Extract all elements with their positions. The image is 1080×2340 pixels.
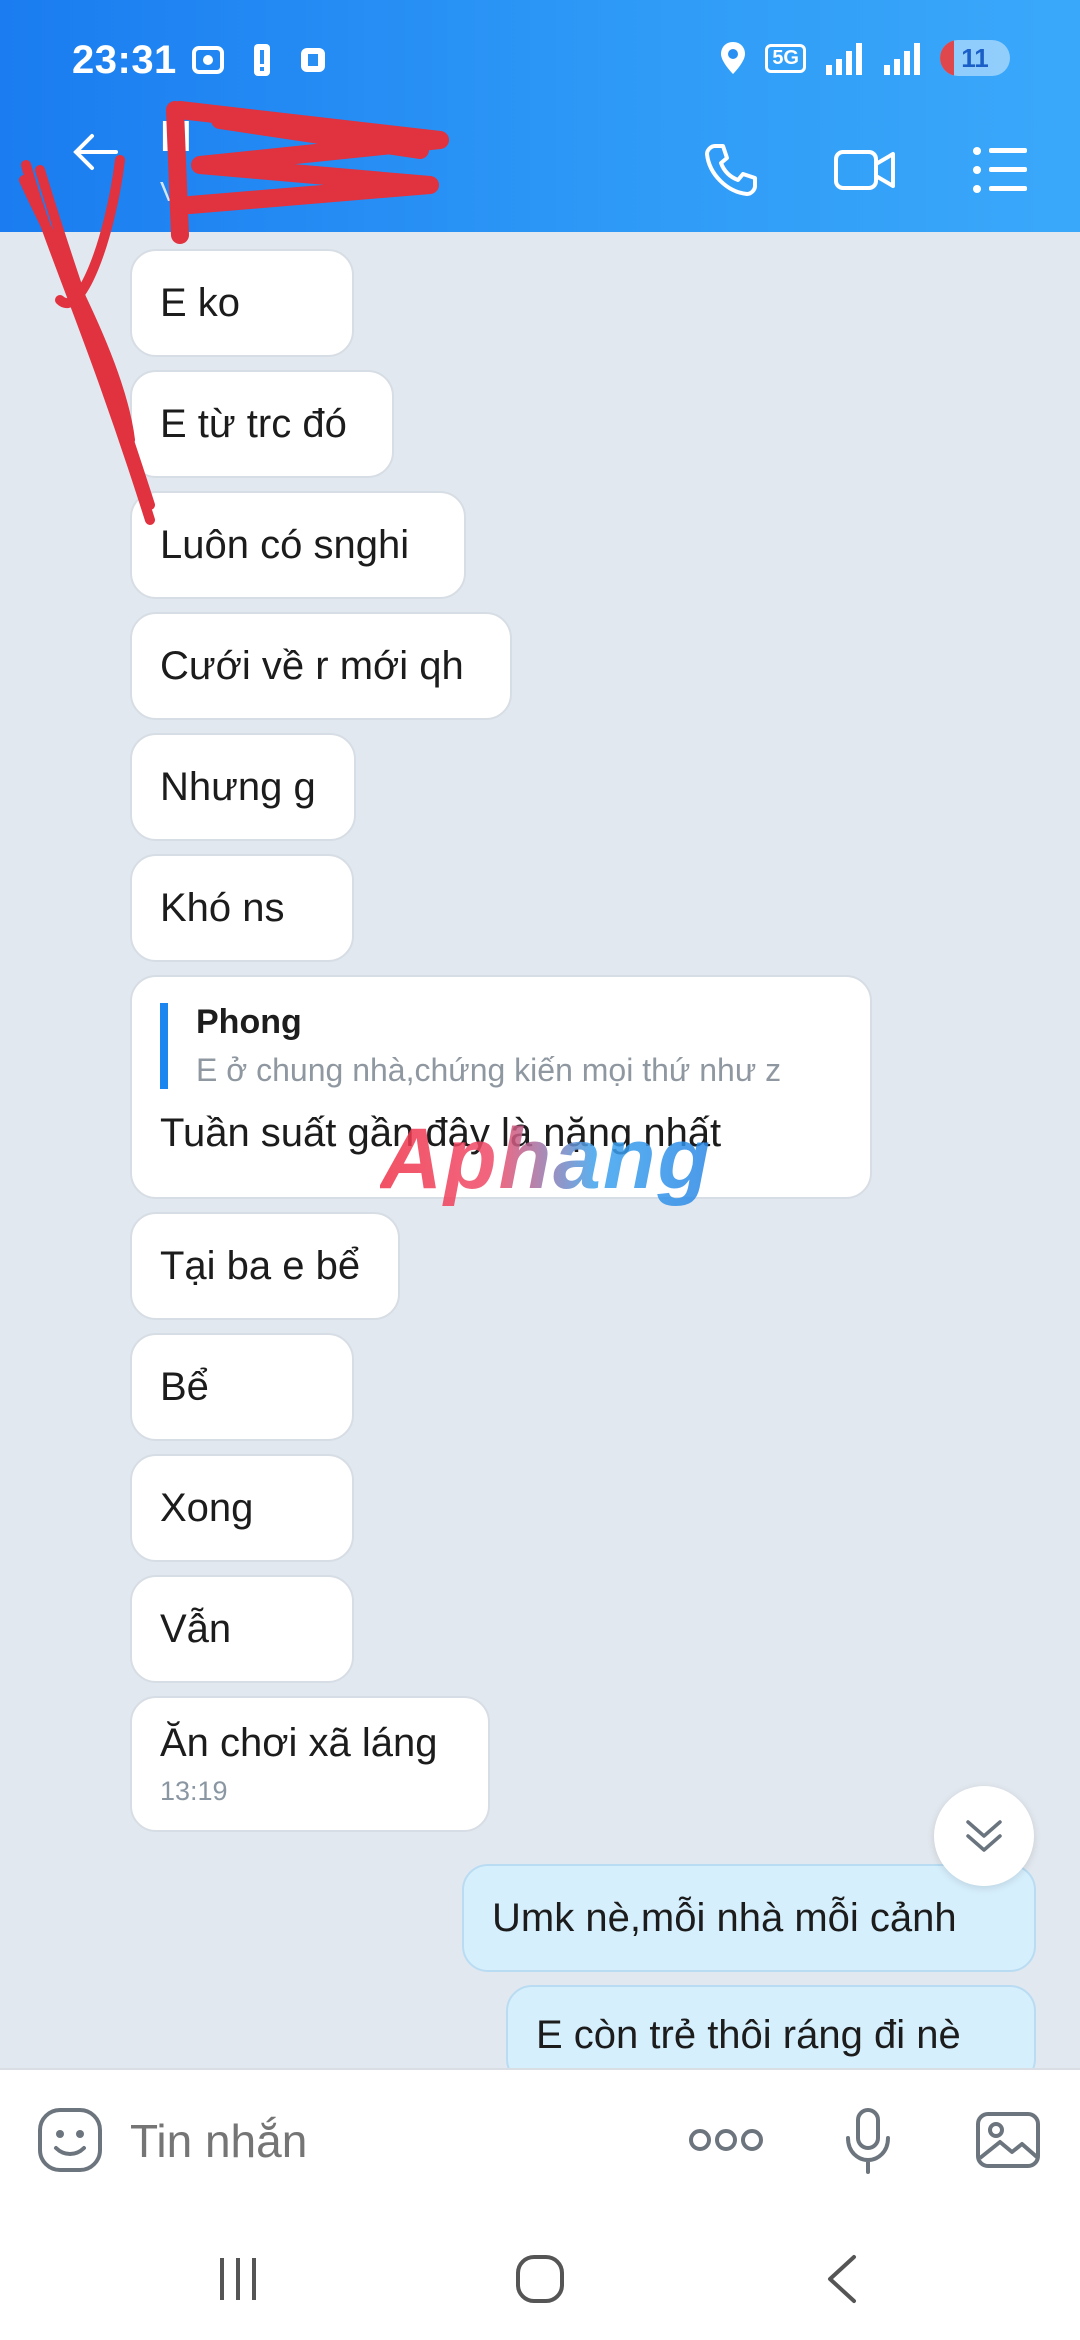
back-button[interactable] <box>70 132 118 177</box>
message-text: Nhưng g <box>160 764 316 809</box>
message-bubble[interactable]: E từ trc đó <box>130 370 394 478</box>
message-text: E ko <box>160 280 241 325</box>
quote-text: E ở chung nhà,chứng kiến mọi thứ như z <box>196 1052 782 1088</box>
image-picker-button[interactable] <box>970 2102 1046 2178</box>
status-right-icons: 5G 11 <box>719 40 1010 76</box>
sticker-icon <box>38 2108 102 2172</box>
message-input[interactable] <box>130 2114 650 2168</box>
message-bubble[interactable]: Bể <box>130 1333 354 1441</box>
phone-icon <box>705 144 757 196</box>
recent-apps-button[interactable] <box>198 2244 278 2314</box>
screenshot-icon <box>192 46 224 74</box>
signal-icon <box>826 43 862 75</box>
message-bubble[interactable]: Ăn chơi xã láng 13:19 <box>130 1696 490 1832</box>
image-icon <box>976 2112 1040 2168</box>
message-text: Vẫn <box>160 1606 232 1651</box>
video-call-button[interactable] <box>830 135 900 205</box>
contact-name[interactable]: H <box>160 112 192 162</box>
double-chevron-down-icon <box>966 1820 1002 1852</box>
status-left-icons <box>190 42 328 78</box>
more-dots-icon <box>689 2129 763 2151</box>
contact-status: V <box>160 176 179 207</box>
battery-indicator: 11 <box>940 40 1010 76</box>
status-time: 23:31 <box>72 38 177 82</box>
message-bubble[interactable]: Tại ba e bể <box>130 1212 400 1320</box>
message-text: Luôn có snghi <box>160 522 410 567</box>
video-camera-icon <box>834 150 895 190</box>
message-text: Bể <box>160 1364 209 1409</box>
message-text: E còn trẻ thôi ráng đi nè <box>536 2012 961 2057</box>
message-bubble-outgoing[interactable]: Umk nè,mỗi nhà mỗi cảnh <box>462 1864 1036 1972</box>
home-button[interactable] <box>500 2244 580 2314</box>
sticker-button[interactable] <box>32 2102 108 2178</box>
system-navigation-bar <box>0 2208 1080 2340</box>
message-text: Umk nè,mỗi nhà mỗi cảnh <box>492 1895 957 1940</box>
watermark-logo: Aphang <box>380 1111 713 1207</box>
message-text: Ăn chơi xã láng <box>160 1721 438 1765</box>
recent-apps-icon <box>220 2258 256 2300</box>
menu-list-icon <box>973 147 1027 193</box>
battery-level: 11 <box>961 42 989 73</box>
message-bubble[interactable]: Luôn có snghi <box>130 491 466 599</box>
message-bubble[interactable]: Xong <box>130 1454 354 1562</box>
quoted-message[interactable]: Phong E ở chung nhà,chứng kiến mọi thứ n… <box>160 1003 842 1089</box>
scroll-to-bottom-button[interactable] <box>934 1786 1034 1886</box>
chevron-left-icon <box>828 2255 856 2303</box>
location-icon <box>721 42 746 74</box>
message-bubble[interactable]: Cưới về r mới qh <box>130 612 512 720</box>
system-back-button[interactable] <box>802 2244 882 2314</box>
message-bubble[interactable]: Khó ns <box>130 854 354 962</box>
back-arrow-icon <box>73 134 118 170</box>
chat-header: 23:31 5G 11 H V <box>0 0 1080 232</box>
network-5g-icon: 5G <box>765 43 806 73</box>
message-bubble[interactable]: Nhưng g <box>130 733 356 841</box>
message-bubble[interactable]: Vẫn <box>130 1575 354 1683</box>
more-options-button[interactable] <box>688 2102 764 2178</box>
microphone-icon <box>846 2108 890 2174</box>
home-icon <box>516 2255 564 2303</box>
message-text: Cưới về r mới qh <box>160 643 464 688</box>
message-text: Khó ns <box>160 885 285 930</box>
message-composer <box>0 2068 1080 2208</box>
message-text: Xong <box>160 1485 254 1530</box>
quote-author: Phong <box>196 1003 302 1041</box>
signal-icon-2 <box>884 43 920 75</box>
media-icon <box>301 48 325 72</box>
message-text: E từ trc đó <box>160 401 347 446</box>
message-text: Tại ba e bể <box>160 1243 361 1288</box>
message-time: 13:19 <box>160 1776 228 1806</box>
call-button[interactable] <box>696 135 766 205</box>
alert-icon <box>254 44 270 76</box>
menu-button[interactable] <box>965 135 1035 205</box>
message-bubble[interactable]: E ko <box>130 249 354 357</box>
voice-message-button[interactable] <box>830 2102 906 2178</box>
